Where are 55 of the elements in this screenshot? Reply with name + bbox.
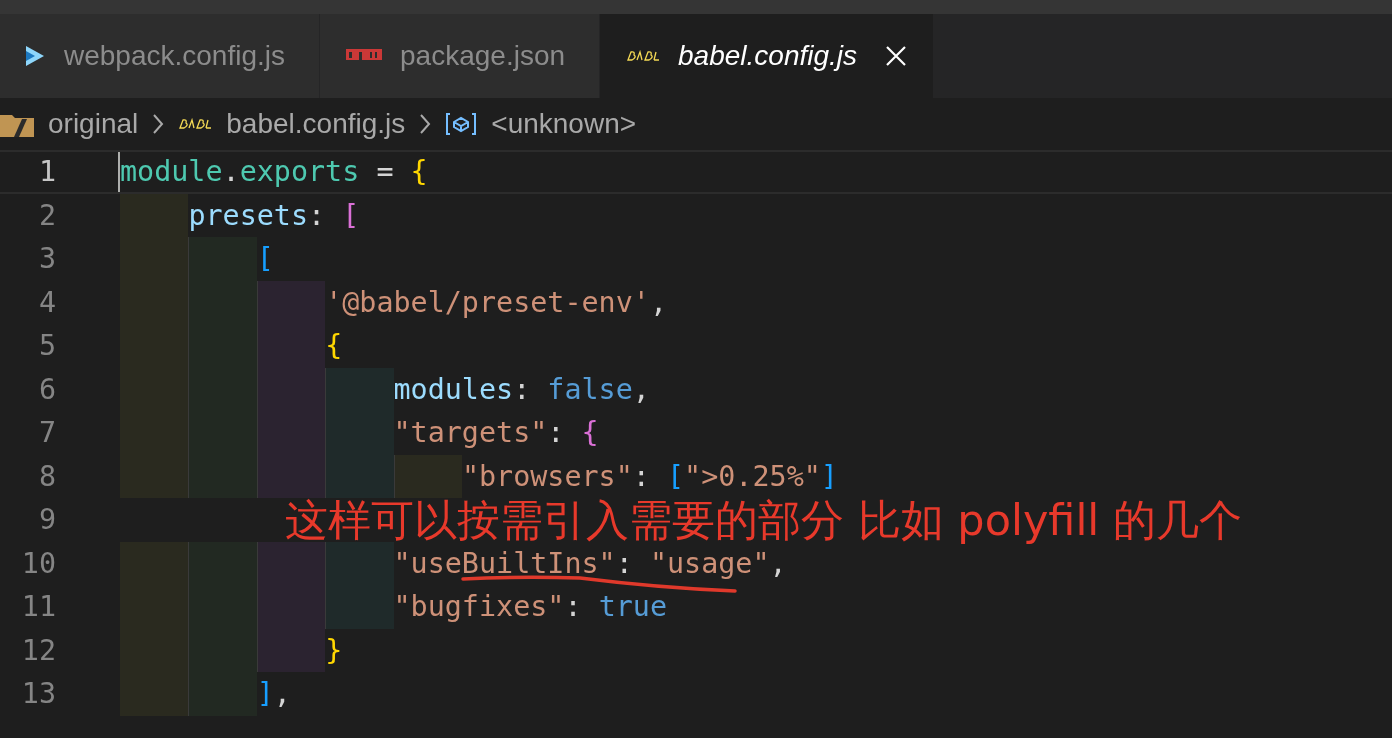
code-line: ], bbox=[256, 677, 291, 711]
line-number: 1 bbox=[37, 155, 56, 189]
indent-guide bbox=[188, 237, 257, 281]
indent-guide bbox=[256, 541, 326, 585]
line-number: 8 bbox=[37, 459, 56, 493]
code-line: modules: false, bbox=[393, 372, 650, 406]
line-number: 7 bbox=[37, 416, 56, 450]
line-number: 6 bbox=[37, 372, 56, 406]
code-line: "targets": { bbox=[393, 416, 599, 450]
indent-guide bbox=[256, 628, 326, 672]
code-line: "bugfixes": true bbox=[393, 590, 667, 624]
indent-guide bbox=[325, 454, 394, 498]
chevron-icon bbox=[419, 113, 432, 135]
line-number: 11 bbox=[20, 590, 56, 624]
line-number: 5 bbox=[37, 329, 56, 363]
symbol-icon bbox=[445, 112, 478, 136]
code-line: module.exports = { bbox=[120, 155, 428, 189]
breadcrumb-item[interactable]: <unknown> bbox=[491, 108, 637, 140]
code-line: { bbox=[325, 329, 343, 363]
indent-guide bbox=[325, 585, 394, 629]
indent-guide bbox=[393, 454, 462, 498]
chevron-icon bbox=[152, 113, 165, 135]
code-line: '@babel/preset-env', bbox=[325, 285, 667, 319]
line-number: 4 bbox=[37, 285, 56, 319]
line-number: 9 bbox=[37, 503, 56, 537]
annotation-text: 这样可以按需引入需要的部分 比如 polyfill 的几个 bbox=[285, 494, 1242, 547]
line-number: 3 bbox=[37, 242, 56, 276]
indent-guide bbox=[120, 541, 189, 585]
npm-icon bbox=[346, 49, 382, 63]
code-line: [ bbox=[256, 242, 274, 276]
line-number: 10 bbox=[20, 546, 56, 580]
code-line: } bbox=[325, 633, 343, 667]
babel-icon bbox=[178, 118, 213, 130]
editor-tab[interactable]: webpack.config.js bbox=[0, 14, 320, 98]
code-line: presets: [ bbox=[188, 198, 360, 232]
editor-tab[interactable]: babel.config.js bbox=[600, 14, 935, 98]
indent-guide bbox=[188, 454, 257, 498]
code-line: "browsers": [">0.25%"] bbox=[461, 459, 838, 493]
indent-guide bbox=[120, 454, 189, 498]
indent-guide bbox=[120, 672, 189, 716]
line-number: 12 bbox=[20, 633, 56, 667]
indent-guide bbox=[325, 541, 394, 585]
indent-guide bbox=[188, 541, 257, 585]
line-number: 13 bbox=[20, 677, 56, 711]
indent-guide bbox=[325, 367, 394, 411]
breadcrumb-item[interactable]: original bbox=[48, 108, 139, 140]
line-number: 2 bbox=[37, 198, 56, 232]
babel-icon bbox=[626, 50, 661, 62]
code-line: "useBuiltIns": "usage", bbox=[393, 546, 787, 580]
indent-guide bbox=[256, 454, 326, 498]
editor-tab[interactable]: package.json bbox=[320, 14, 601, 98]
breadcrumb-item[interactable]: babel.config.js bbox=[226, 108, 406, 140]
indent-guide bbox=[256, 280, 326, 324]
indent-guide bbox=[188, 672, 257, 716]
indent-guide bbox=[120, 193, 189, 237]
